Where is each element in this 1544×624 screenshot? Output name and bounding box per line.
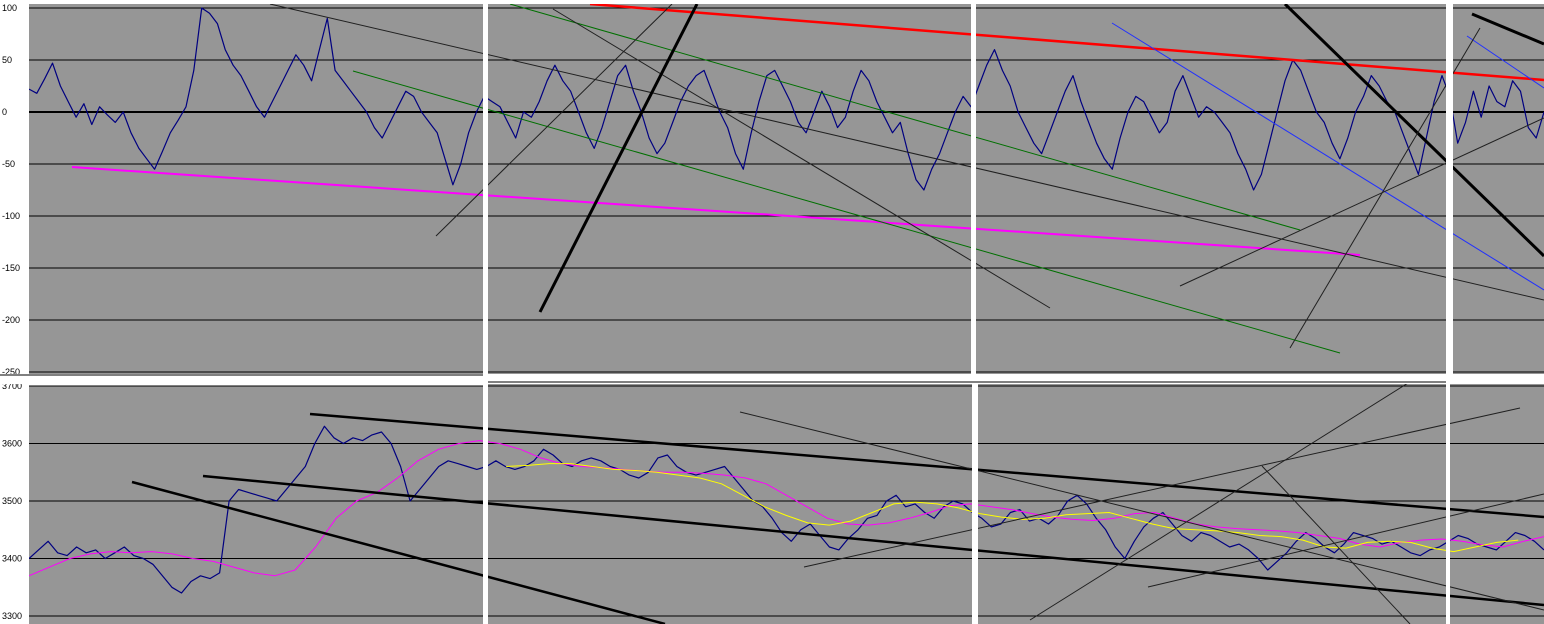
top-y-tick: -100 [2, 211, 20, 221]
separator-top-1 [483, 4, 488, 376]
top-y-tick-labels: 100500-50-100-150-200-250 [2, 3, 20, 377]
separator-bot-1 [483, 384, 488, 624]
bottom-y-tick: 3400 [2, 554, 22, 564]
top-y-tick: -200 [2, 315, 20, 325]
separator-top-2 [971, 4, 976, 382]
bottom-panel-2 [488, 384, 972, 624]
bottom-panels [29, 384, 1544, 624]
top-y-tick: 0 [2, 107, 7, 117]
separator-bot-3 [1446, 384, 1450, 624]
bottom-y-tick-labels: 37003600350034003300 [2, 381, 22, 621]
separator-bot-2 [972, 384, 978, 624]
top-y-tick: -50 [2, 159, 15, 169]
bottom-y-tick: 3500 [2, 496, 22, 506]
separator-top-3 [1446, 4, 1453, 382]
chart-canvas: 100500-50-100-150-200-250 37003600350034… [0, 3, 1544, 624]
bottom-y-tick: 3600 [2, 439, 22, 449]
top-y-tick: 100 [2, 3, 17, 13]
top-y-tick: -150 [2, 263, 20, 273]
bottom-y-tick: 3300 [2, 611, 22, 621]
top-y-tick: 50 [2, 55, 12, 65]
